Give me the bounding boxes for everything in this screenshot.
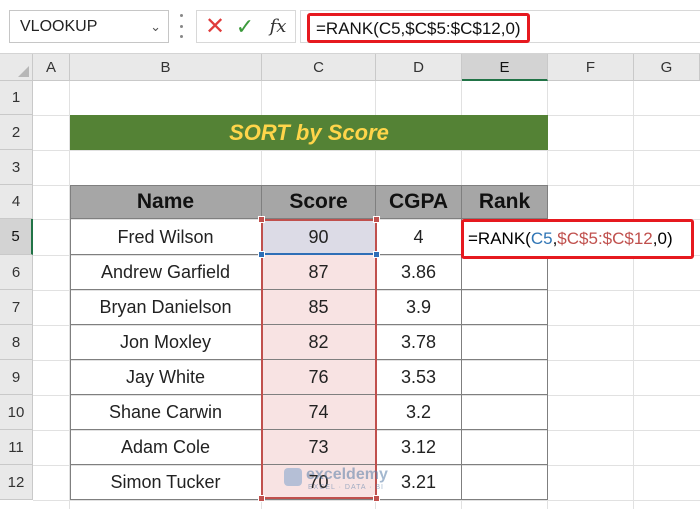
row-header-6[interactable]: 6: [0, 255, 33, 290]
cgpa-cell[interactable]: 3.53: [376, 360, 462, 395]
header-name[interactable]: Name: [70, 185, 262, 219]
formula-ref-c5: C5: [530, 229, 553, 248]
rank-cell[interactable]: [462, 465, 548, 500]
row-header-12[interactable]: 12: [0, 465, 33, 500]
score-cell[interactable]: 82: [262, 325, 376, 360]
score-cell[interactable]: 87: [262, 255, 376, 290]
cgpa-cell[interactable]: 3.21: [376, 465, 462, 500]
row-header-8[interactable]: 8: [0, 325, 33, 360]
formula-ref-range: $C$5:$C$12: [557, 229, 653, 248]
name-cell[interactable]: Fred Wilson: [70, 219, 262, 255]
cell-ref-handle[interactable]: [258, 251, 265, 258]
formula-prefix: =RANK(: [468, 229, 531, 248]
header-score[interactable]: Score: [262, 185, 376, 219]
rank-cell[interactable]: [462, 325, 548, 360]
header-cgpa[interactable]: CGPA: [376, 185, 462, 219]
name-cell[interactable]: Bryan Danielson: [70, 290, 262, 325]
cgpa-cell[interactable]: 3.86: [376, 255, 462, 290]
cancel-icon[interactable]: ✕: [201, 11, 229, 42]
formula-buttons: ✕ ✓ fx: [196, 10, 296, 43]
name-cell[interactable]: Jay White: [70, 360, 262, 395]
column-header-d[interactable]: D: [376, 54, 462, 81]
name-box-value: VLOOKUP: [20, 18, 98, 35]
enter-check-icon[interactable]: ✓: [231, 11, 259, 42]
row-header-7[interactable]: 7: [0, 290, 33, 325]
editing-cell-e5[interactable]: =RANK(C5,$C$5:$C$12,0): [461, 219, 694, 259]
formula-bar: VLOOKUP ⌄ ✕ ✓ fx =RANK(C5,$C$5:$C$12,0): [0, 0, 700, 54]
name-cell[interactable]: Andrew Garfield: [70, 255, 262, 290]
cgpa-cell[interactable]: 3.9: [376, 290, 462, 325]
range-handle[interactable]: [258, 495, 265, 502]
formula-suffix: ,0): [652, 229, 673, 248]
rank-cell[interactable]: [462, 430, 548, 465]
row-header-5[interactable]: 5: [0, 219, 33, 255]
insert-function-icon[interactable]: fx: [263, 11, 293, 42]
column-header-a[interactable]: A: [33, 54, 70, 81]
row-header-4[interactable]: 4: [0, 185, 33, 219]
row-header-2[interactable]: 2: [0, 115, 33, 150]
cgpa-cell[interactable]: 3.2: [376, 395, 462, 430]
formula-text[interactable]: =RANK(C5,$C$5:$C$12,0): [307, 13, 530, 43]
column-header-b[interactable]: B: [70, 54, 262, 81]
column-header-c[interactable]: C: [262, 54, 376, 81]
score-cell[interactable]: 76: [262, 360, 376, 395]
score-cell[interactable]: 90: [262, 219, 376, 255]
sheet-title[interactable]: SORT by Score: [70, 115, 548, 150]
cgpa-cell[interactable]: 4: [376, 219, 462, 255]
row-header-9[interactable]: 9: [0, 360, 33, 395]
select-all-corner[interactable]: [0, 54, 33, 81]
rank-cell[interactable]: [462, 395, 548, 430]
row-header-10[interactable]: 10: [0, 395, 33, 430]
cgpa-cell[interactable]: 3.78: [376, 325, 462, 360]
row-header-1[interactable]: 1: [0, 81, 33, 115]
column-header-g[interactable]: G: [634, 54, 700, 81]
name-cell[interactable]: Adam Cole: [70, 430, 262, 465]
range-handle[interactable]: [373, 216, 380, 223]
range-handle[interactable]: [258, 216, 265, 223]
cgpa-cell[interactable]: 3.12: [376, 430, 462, 465]
column-header-f[interactable]: F: [548, 54, 634, 81]
name-box[interactable]: VLOOKUP ⌄: [9, 10, 169, 43]
chevron-down-icon[interactable]: ⌄: [150, 11, 161, 42]
name-cell[interactable]: Simon Tucker: [70, 465, 262, 500]
score-cell[interactable]: 74: [262, 395, 376, 430]
name-cell[interactable]: Shane Carwin: [70, 395, 262, 430]
rank-cell[interactable]: [462, 290, 548, 325]
cell-ref-handle[interactable]: [373, 251, 380, 258]
drag-handle-icon[interactable]: [178, 14, 184, 38]
column-header-e[interactable]: E: [462, 54, 548, 81]
score-cell[interactable]: 73: [262, 430, 376, 465]
row-header-3[interactable]: 3: [0, 150, 33, 185]
score-cell[interactable]: 85: [262, 290, 376, 325]
row-header-11[interactable]: 11: [0, 430, 33, 465]
range-handle[interactable]: [373, 495, 380, 502]
rank-cell[interactable]: [462, 255, 548, 290]
header-rank[interactable]: Rank: [462, 185, 548, 219]
score-cell[interactable]: 70: [262, 465, 376, 500]
rank-cell[interactable]: [462, 360, 548, 395]
name-cell[interactable]: Jon Moxley: [70, 325, 262, 360]
